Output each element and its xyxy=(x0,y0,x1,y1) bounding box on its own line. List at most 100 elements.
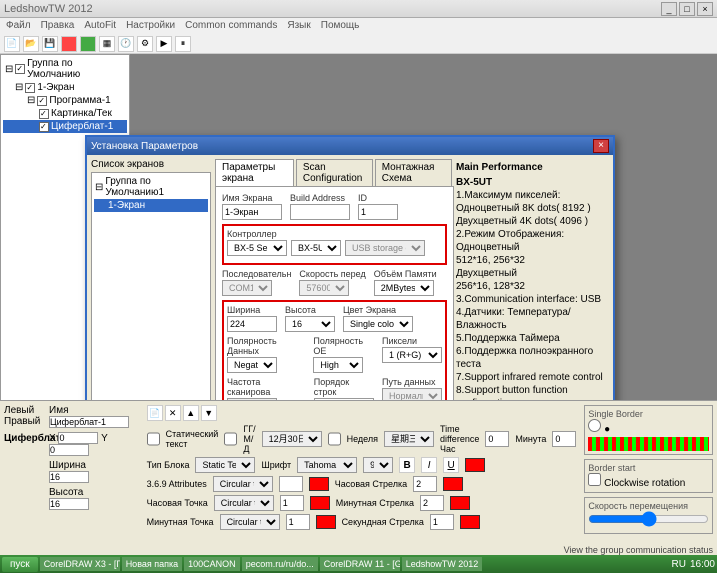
sechand-input[interactable] xyxy=(430,514,454,530)
tool-red-icon[interactable] xyxy=(61,36,77,52)
dialog-close-icon[interactable]: × xyxy=(593,139,609,153)
rotation-check[interactable] xyxy=(588,473,601,486)
bp-tool-icon[interactable]: 📄 xyxy=(147,405,163,421)
pixels-select[interactable]: 1 (R+G) xyxy=(382,347,442,363)
build-address-input[interactable] xyxy=(290,204,350,220)
color-swatch[interactable] xyxy=(309,477,329,491)
y-input[interactable] xyxy=(49,444,89,456)
data-polarity-select[interactable]: Negative xyxy=(227,357,277,373)
color-swatch[interactable] xyxy=(310,496,330,510)
bp-tool-icon[interactable]: ▲ xyxy=(183,405,199,421)
border-preview[interactable] xyxy=(588,437,709,451)
tree-program[interactable]: Программа-1 xyxy=(49,95,110,106)
id-input[interactable] xyxy=(358,204,398,220)
tool-play-icon[interactable]: ▶ xyxy=(156,36,172,52)
block-type-select[interactable]: Static Text xyxy=(195,457,255,473)
tool-gear-icon[interactable]: ⚙ xyxy=(137,36,153,52)
x-input[interactable] xyxy=(58,432,98,444)
screen-name-input[interactable] xyxy=(222,204,282,220)
elem-width-input[interactable] xyxy=(49,471,89,483)
minhand-input[interactable] xyxy=(420,495,444,511)
close-button[interactable]: × xyxy=(697,2,713,16)
bp-tool-icon[interactable]: ▼ xyxy=(201,405,217,421)
week-select[interactable]: 星期三 xyxy=(384,431,434,447)
color-swatch[interactable] xyxy=(450,496,470,510)
hour-point-select[interactable]: Circular typ xyxy=(214,495,274,511)
controller-series-select[interactable]: BX-5 Series xyxy=(227,240,287,256)
min-n-input[interactable] xyxy=(286,514,310,530)
task-item[interactable]: CorelDRAW X3 - [П... xyxy=(40,557,120,571)
tab-screen-params[interactable]: Параметры экрана xyxy=(215,159,294,186)
menu-file[interactable]: Файл xyxy=(6,20,31,32)
tab-scan-config[interactable]: Scan Configuration xyxy=(296,159,373,186)
tool-pause-icon[interactable]: ⏸ xyxy=(175,36,191,52)
menu-autofit[interactable]: AutoFit xyxy=(84,20,116,32)
underline-icon[interactable]: U xyxy=(443,457,459,473)
tool-save-icon[interactable]: 💾 xyxy=(42,36,58,52)
maximize-button[interactable]: □ xyxy=(679,2,695,16)
font-size-select[interactable]: 9 xyxy=(363,457,393,473)
app-title: LedshowTW 2012 xyxy=(4,3,93,15)
tab-montage[interactable]: Монтажная Схема xyxy=(375,159,452,186)
diff-min-input[interactable] xyxy=(552,431,576,447)
tree-pic[interactable]: Картинка/Тек xyxy=(51,108,112,119)
tool-new-icon[interactable]: 📄 xyxy=(4,36,20,52)
dlg-tree-screen[interactable]: 1-Экран xyxy=(108,200,145,211)
menu-help[interactable]: Помощь xyxy=(321,20,360,32)
toolbar: 📄 📂 💾 ▦ 🕐 ⚙ ▶ ⏸ xyxy=(0,34,717,54)
menu-settings[interactable]: Настройки xyxy=(126,20,175,32)
elem-name-input[interactable] xyxy=(49,416,129,428)
diff-hour-input[interactable] xyxy=(485,431,509,447)
italic-icon[interactable]: I xyxy=(421,457,437,473)
bold-icon[interactable]: B xyxy=(399,457,415,473)
start-button[interactable]: пуск xyxy=(2,557,38,572)
speed-slider[interactable] xyxy=(588,511,709,527)
static-text-check[interactable] xyxy=(147,431,160,447)
minimize-button[interactable]: _ xyxy=(661,2,677,16)
height-select[interactable]: 16 xyxy=(285,316,335,332)
min-point-select[interactable]: Circular typ xyxy=(220,514,280,530)
border-radio[interactable] xyxy=(588,419,601,432)
font-select[interactable]: Tahoma xyxy=(297,457,357,473)
color-swatch[interactable] xyxy=(443,477,463,491)
tree-root[interactable]: Группа по Умолчанию xyxy=(27,58,125,80)
date-format-select[interactable]: 12月30日 xyxy=(262,431,322,447)
menu-edit[interactable]: Правка xyxy=(41,20,75,32)
tool-grid-icon[interactable]: ▦ xyxy=(99,36,115,52)
menu-lang[interactable]: Язык xyxy=(287,20,310,32)
dlg-tree-root[interactable]: Группа по Умолчанию1 xyxy=(105,176,207,198)
elem-height-input[interactable] xyxy=(49,498,89,510)
oe-polarity-select[interactable]: High xyxy=(313,357,363,373)
color-select[interactable]: Single color xyxy=(343,316,413,332)
controller-model-select[interactable]: BX-5UT xyxy=(291,240,341,256)
tree-screen[interactable]: 1-Экран xyxy=(37,82,74,93)
width-input[interactable] xyxy=(227,316,277,332)
border-group: Single Border xyxy=(588,409,709,419)
task-item[interactable]: pecom.ru/ru/do... xyxy=(242,557,318,571)
bp-tool-icon[interactable]: ✕ xyxy=(165,405,181,421)
task-item[interactable]: 100CANON xyxy=(184,557,240,571)
color-swatch[interactable] xyxy=(465,458,485,472)
menu-common[interactable]: Common commands xyxy=(185,20,277,32)
perf-title: Main Performance xyxy=(456,161,607,174)
memory-select[interactable]: 2MBytes xyxy=(374,280,434,296)
task-item[interactable]: Новая папка xyxy=(122,557,182,571)
tool-green-icon[interactable] xyxy=(80,36,96,52)
attr-select[interactable]: Circular typ xyxy=(213,476,273,492)
tree-dial[interactable]: Циферблат-1 xyxy=(51,121,113,132)
task-item[interactable]: CorelDRAW 11 - [Gra... xyxy=(320,557,400,571)
tab-right[interactable]: Правый xyxy=(4,416,41,427)
rotation-group: Border start xyxy=(588,463,709,473)
attr-n-input[interactable] xyxy=(279,476,303,492)
week-check[interactable] xyxy=(328,431,341,447)
task-item[interactable]: LedshowTW 2012 xyxy=(402,557,482,571)
color-swatch[interactable] xyxy=(316,515,336,529)
tool-open-icon[interactable]: 📂 xyxy=(23,36,39,52)
lang-indicator[interactable]: RU xyxy=(672,559,686,570)
tool-clock-icon[interactable]: 🕐 xyxy=(118,36,134,52)
hour-n-input[interactable] xyxy=(280,495,304,511)
tab-left[interactable]: Левый xyxy=(4,405,41,416)
color-swatch[interactable] xyxy=(460,515,480,529)
hourhand-input[interactable] xyxy=(413,476,437,492)
date-check[interactable] xyxy=(224,431,237,447)
